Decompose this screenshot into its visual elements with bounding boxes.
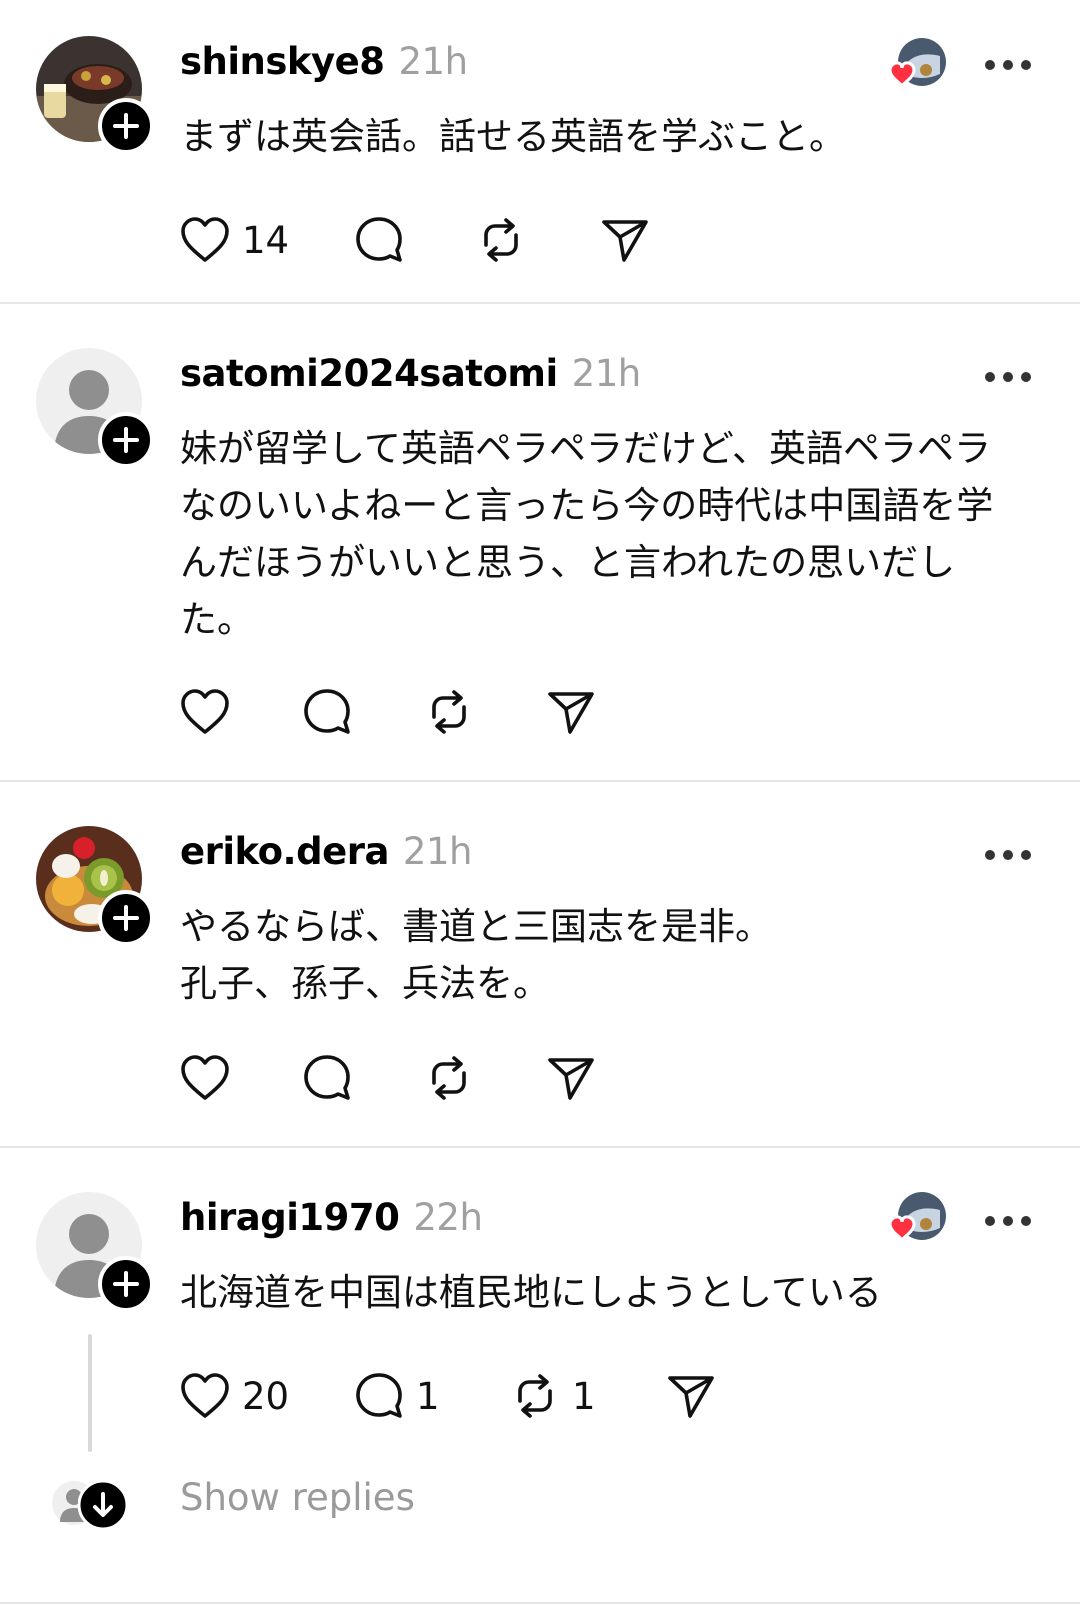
heart-icon bbox=[181, 217, 229, 262]
heart-icon bbox=[181, 689, 229, 734]
more-options-icon[interactable] bbox=[984, 368, 1032, 382]
reply-button[interactable] bbox=[302, 682, 352, 742]
heart-icon bbox=[181, 1055, 229, 1100]
like-button[interactable] bbox=[180, 1048, 230, 1108]
post-text: 北海道を中国は植民地にしようとしている bbox=[180, 1264, 1030, 1321]
reply-count: 1 bbox=[416, 1374, 440, 1418]
post: satomi2024satomi 21h 妹が留学して英語ペラペラだけど、英語ペラ… bbox=[0, 304, 1080, 782]
post-text-line: 北海道を中国は植民地にしようとしている bbox=[180, 1271, 882, 1314]
timestamp: 21h bbox=[402, 830, 473, 873]
repost-button[interactable] bbox=[424, 682, 474, 742]
repost-button[interactable] bbox=[476, 210, 538, 270]
send-icon bbox=[548, 692, 594, 734]
post-text: やるならば、書道と三国志を是非。 孔子、孫子、兵法を。 bbox=[180, 898, 1030, 1012]
timestamp: 21h bbox=[571, 352, 642, 395]
comment-icon bbox=[356, 1373, 402, 1418]
repost-count: 1 bbox=[572, 1374, 596, 1418]
username[interactable]: hiragi1970 22h bbox=[180, 1196, 483, 1239]
thread-line bbox=[88, 1334, 92, 1452]
username[interactable]: satomi2024satomi 21h bbox=[180, 352, 641, 395]
arrow-down-icon bbox=[78, 1480, 128, 1530]
username-text[interactable]: shinskye8 bbox=[180, 40, 385, 83]
like-button[interactable]: 14 bbox=[180, 210, 289, 270]
like-button[interactable]: 20 bbox=[180, 1366, 289, 1426]
post-text-line: やるならば、書道と三国志を是非。 bbox=[180, 905, 772, 948]
username-text[interactable]: satomi2024satomi bbox=[180, 352, 558, 395]
timestamp: 22h bbox=[413, 1196, 483, 1239]
post-text-line: 妹が留学して英語ペラペラだけど、英語ペラペラ bbox=[180, 427, 992, 470]
follow-plus-icon[interactable] bbox=[98, 890, 154, 946]
repost-icon bbox=[432, 1056, 466, 1100]
share-button[interactable] bbox=[600, 210, 650, 270]
repost-icon bbox=[432, 690, 466, 734]
repost-icon bbox=[484, 218, 518, 262]
comment-icon bbox=[304, 689, 350, 734]
heart-icon bbox=[181, 1373, 229, 1418]
reply-button[interactable] bbox=[354, 210, 416, 270]
post-text-line: 孔子、孫子、兵法を。 bbox=[180, 962, 550, 1005]
post: hiragi1970 22h 北海道を中国は植民地にしようとしている 20 1 1 bbox=[0, 1148, 1080, 1609]
more-options-icon[interactable] bbox=[984, 56, 1032, 70]
share-button[interactable] bbox=[666, 1366, 716, 1426]
post-text-line: なのいいよねーと言ったら今の時代は中国語を学 bbox=[180, 484, 994, 527]
follow-plus-icon[interactable] bbox=[98, 412, 154, 468]
username-text[interactable]: hiragi1970 bbox=[180, 1196, 400, 1239]
post-text: 妹が留学して英語ペラペラだけど、英語ペラペラ なのいいよねーと言ったら今の時代は… bbox=[180, 420, 1030, 648]
post-text: まずは英会話。話せる英語を学ぶこと。 bbox=[180, 108, 1030, 165]
more-options-icon[interactable] bbox=[984, 846, 1032, 860]
like-count: 14 bbox=[242, 218, 290, 262]
send-icon bbox=[602, 220, 648, 262]
repost-button[interactable] bbox=[424, 1048, 474, 1108]
reply-button[interactable]: 1 bbox=[354, 1366, 440, 1426]
post-text-line: んだほうがいいと思う、と言われたの思いだし bbox=[180, 541, 956, 584]
show-replies-link[interactable]: Show replies bbox=[180, 1476, 415, 1519]
divider bbox=[0, 1602, 1080, 1604]
like-count: 20 bbox=[242, 1374, 290, 1418]
post-text-line: まずは英会話。話せる英語を学ぶこと。 bbox=[180, 115, 846, 158]
reply-button[interactable] bbox=[302, 1048, 352, 1108]
username[interactable]: eriko.dera 21h bbox=[180, 830, 472, 873]
liked-by-author-icon bbox=[876, 1190, 948, 1250]
show-replies-row[interactable]: Show replies bbox=[0, 1474, 1080, 1534]
username[interactable]: shinskye8 21h bbox=[180, 40, 468, 83]
post: shinskye8 21h まずは英会話。話せる英語を学ぶこと。 14 bbox=[0, 0, 1080, 304]
username-text[interactable]: eriko.dera bbox=[180, 830, 389, 873]
like-button[interactable] bbox=[180, 682, 230, 742]
share-button[interactable] bbox=[546, 1048, 596, 1108]
comment-icon bbox=[356, 217, 402, 262]
timestamp: 21h bbox=[398, 40, 468, 83]
comment-icon bbox=[304, 1055, 350, 1100]
follow-plus-icon[interactable] bbox=[98, 98, 154, 154]
repost-icon bbox=[518, 1374, 552, 1418]
share-button[interactable] bbox=[546, 682, 596, 742]
post-text-line: た。 bbox=[180, 598, 254, 641]
liked-by-author-icon bbox=[876, 36, 948, 96]
post: eriko.dera 21h やるならば、書道と三国志を是非。 孔子、孫子、兵法を… bbox=[0, 782, 1080, 1148]
send-icon bbox=[548, 1058, 594, 1100]
follow-plus-icon[interactable] bbox=[98, 1256, 154, 1312]
send-icon bbox=[668, 1376, 714, 1418]
repost-button[interactable]: 1 bbox=[510, 1366, 596, 1426]
more-options-icon[interactable] bbox=[984, 1212, 1032, 1226]
